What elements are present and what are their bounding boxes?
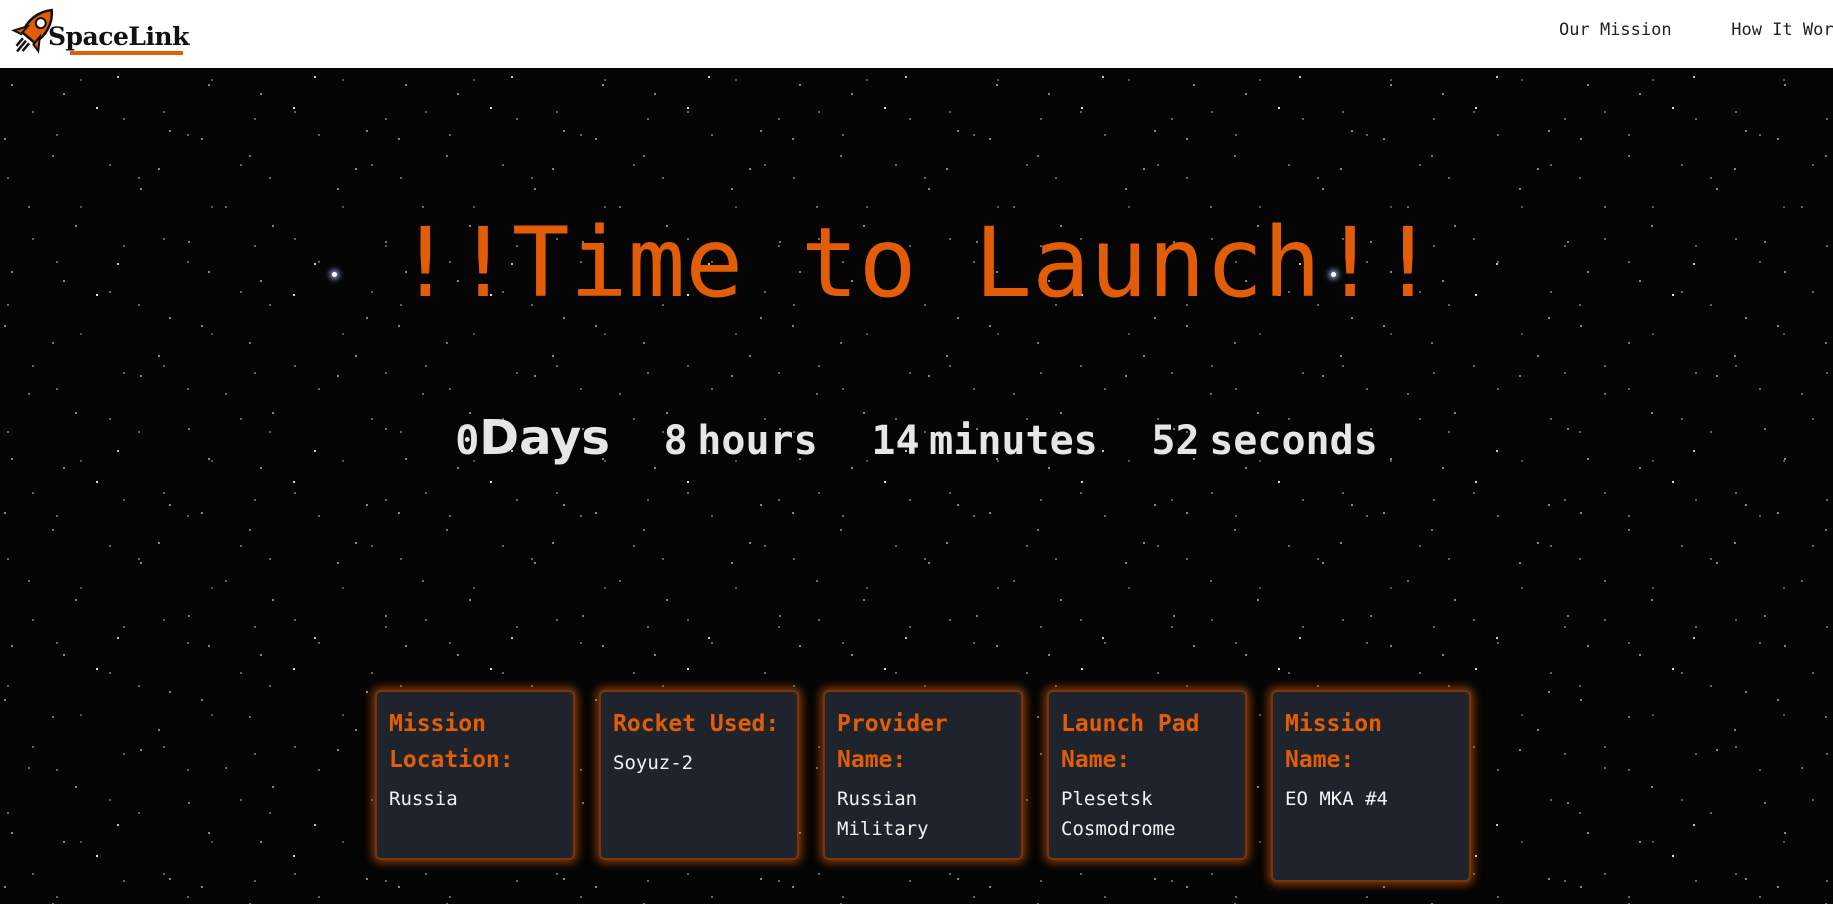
brand-name: SpaceLink [48,22,189,51]
card-value: Russia [389,788,458,810]
days-label: Days [479,410,610,466]
navbar: SpaceLink Our Mission How It Works [0,0,1833,68]
card-value: Russian Military [837,788,929,840]
minutes-value: 14 [871,418,920,464]
days-value: 0 [455,418,480,464]
card-value: Plesetsk Cosmodrome [1061,788,1176,840]
card-rocket-used: Rocket Used: Soyuz-2 [599,690,799,860]
countdown-seconds: 52 seconds [1151,418,1377,464]
card-title: Mission Name: [1285,711,1382,773]
nav-links: Our Mission How It Works [1559,20,1833,40]
nav-link-our-mission[interactable]: Our Mission [1559,20,1672,40]
launch-title: !!Time to Launch!! [396,207,1437,319]
nav-link-how-it-works[interactable]: How It Works [1731,20,1833,40]
card-mission-name: Mission Name: EO MKA #4 [1271,690,1471,882]
seconds-value: 52 [1151,418,1200,464]
card-value: EO MKA #4 [1285,788,1388,810]
countdown-timer: 0Days 8 hours 14 minutes 52 seconds [0,410,1833,466]
countdown-hours: 8 hours [664,418,818,464]
hours-label: hours [697,418,818,464]
countdown-days: 0Days [455,410,610,466]
card-title: Rocket Used: [613,711,780,737]
card-launch-pad-name: Launch Pad Name: Plesetsk Cosmodrome [1047,690,1247,860]
seconds-label: seconds [1209,418,1378,464]
countdown-minutes: 14 minutes [871,418,1097,464]
logo[interactable]: SpaceLink [4,0,189,64]
card-title: Provider Name: [837,711,948,773]
minutes-label: minutes [929,418,1098,464]
card-title: Mission Location: [389,711,514,773]
hours-value: 8 [663,418,688,464]
brand-underline [70,51,183,55]
card-provider-name: Provider Name: Russian Military [823,690,1023,860]
card-mission-location: Mission Location: Russia [375,690,575,860]
mission-info-cards: Mission Location: Russia Rocket Used: So… [375,690,1475,900]
card-title: Launch Pad Name: [1061,711,1200,773]
card-value: Soyuz-2 [613,752,694,774]
